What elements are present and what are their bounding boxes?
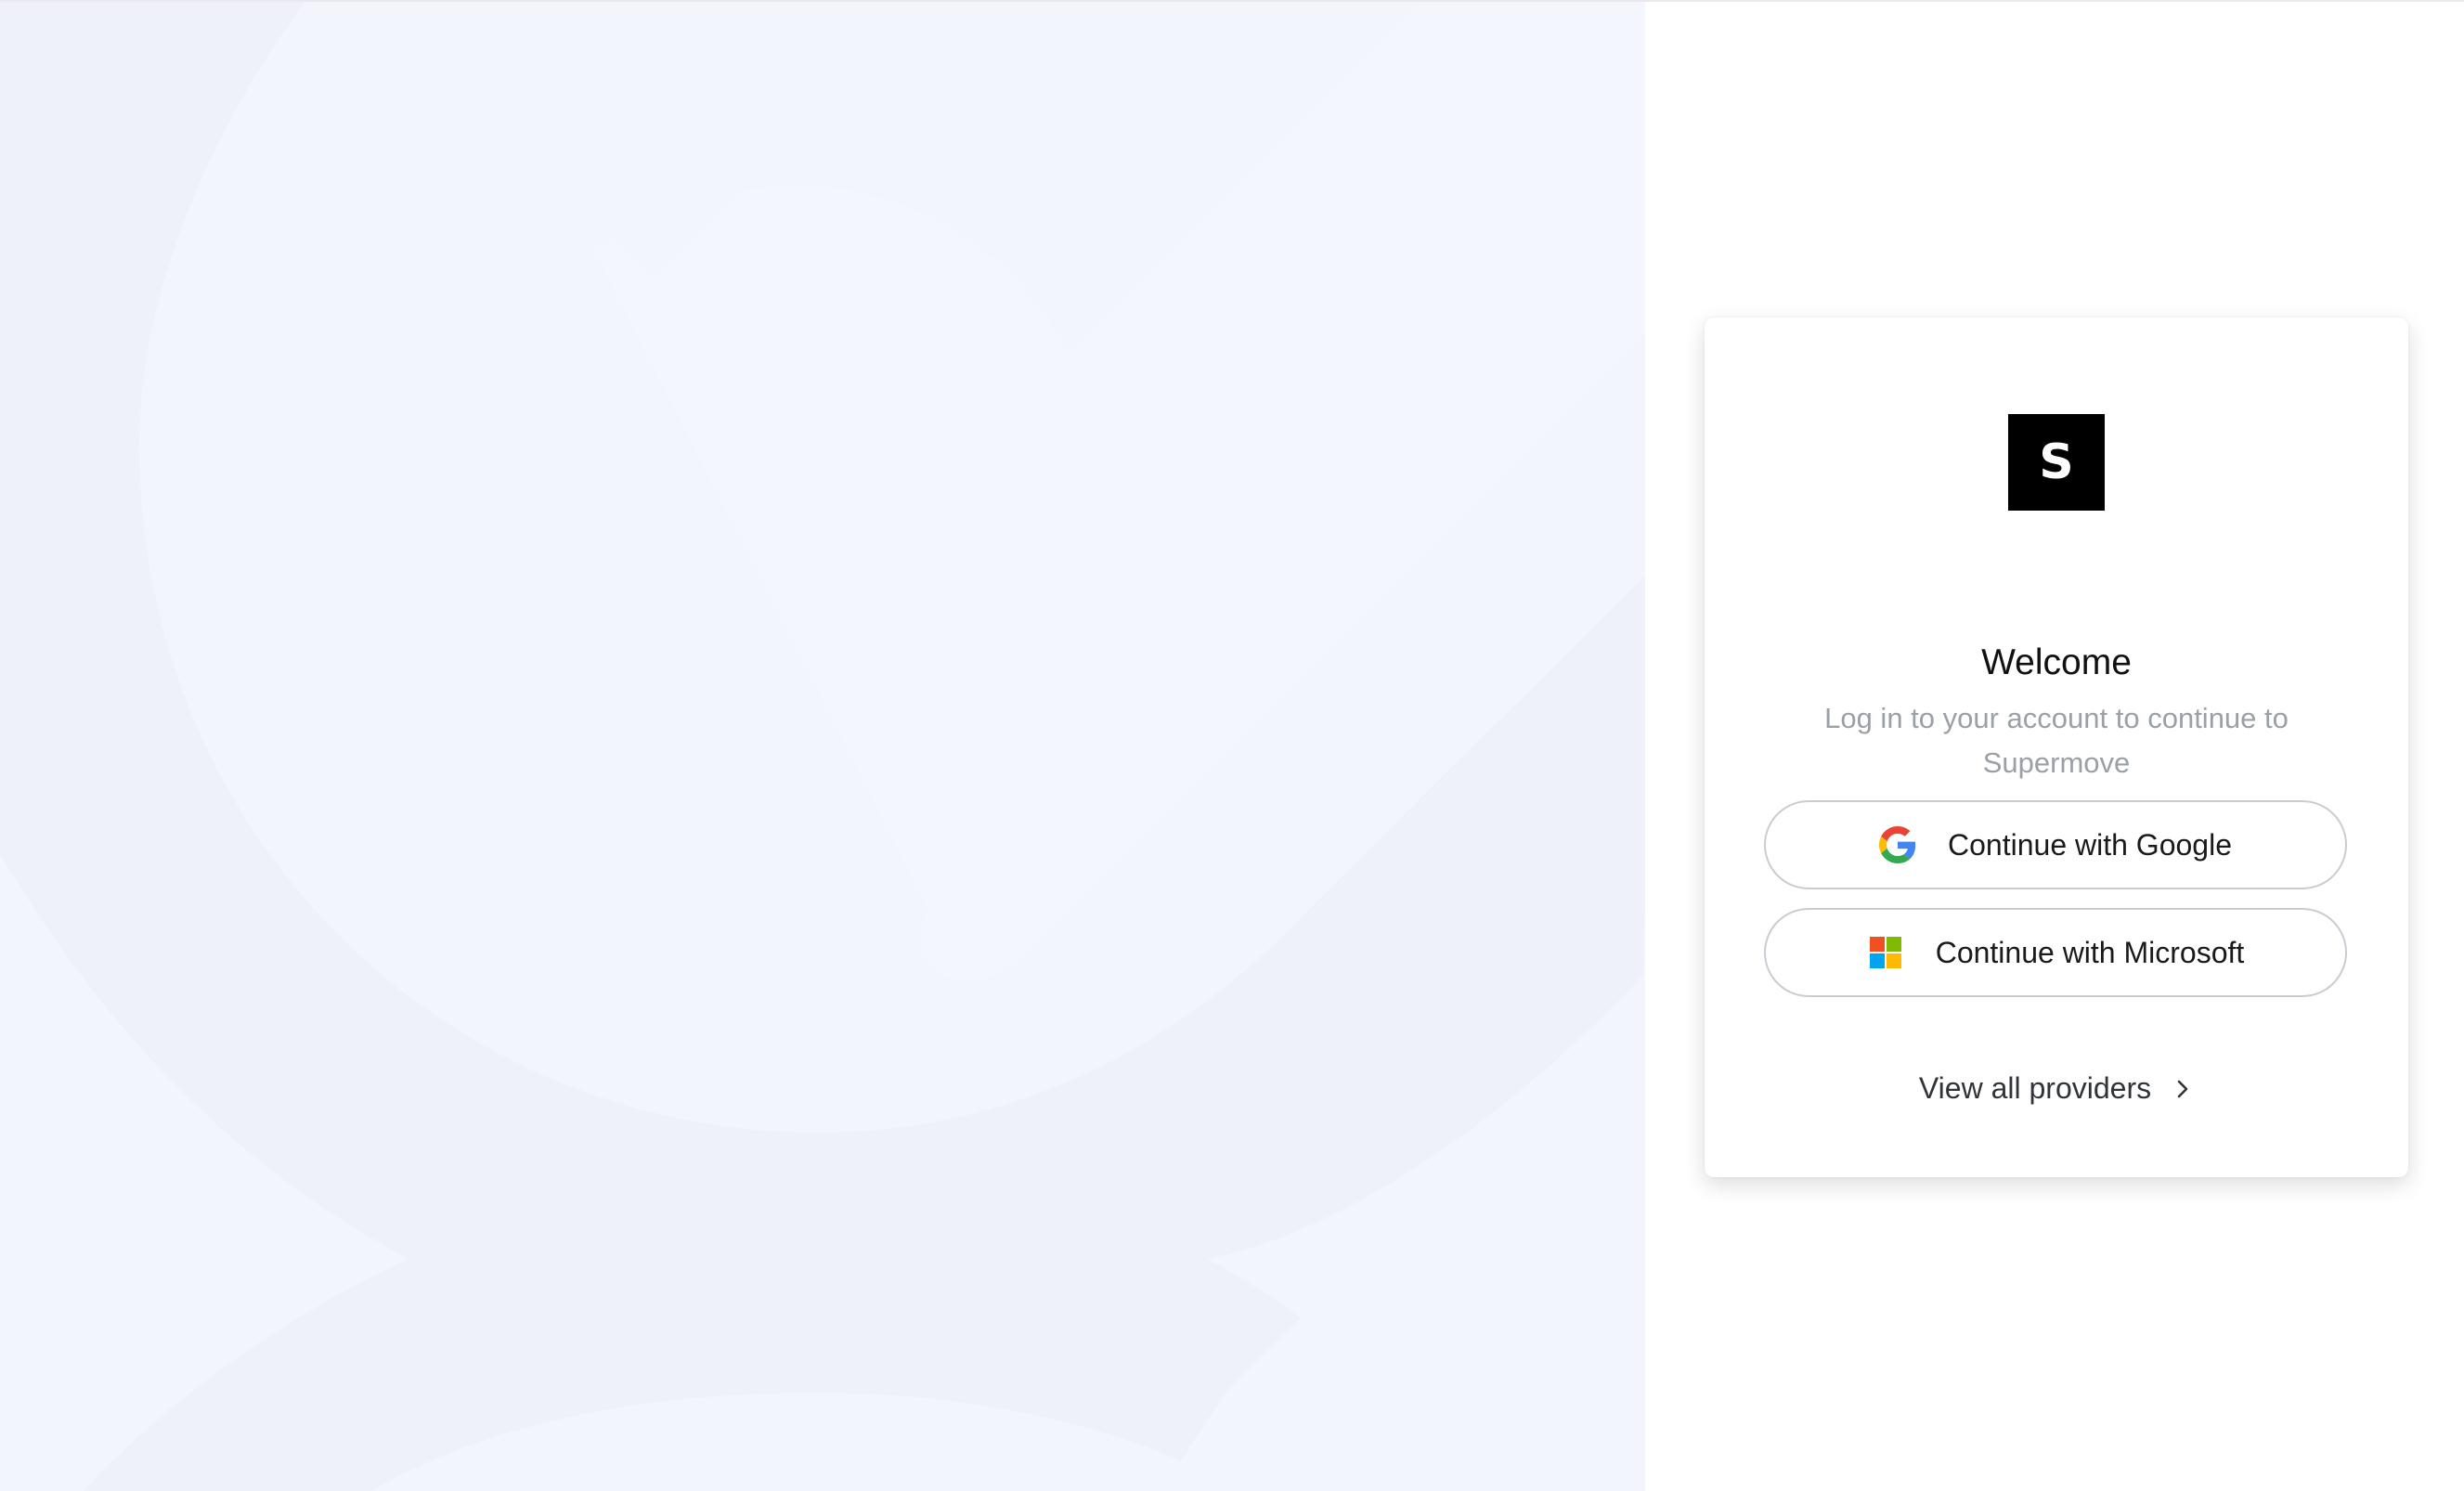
top-border — [0, 0, 2464, 2]
microsoft-button-label: Continue with Microsoft — [1935, 935, 2245, 969]
view-all-providers-link[interactable]: View all providers — [1705, 1071, 2408, 1106]
continue-with-google-button[interactable]: Continue with Google — [1764, 800, 2347, 889]
brand-logo: S — [2008, 414, 2105, 511]
login-card: S Welcome Log in to your account to cont… — [1705, 318, 2408, 1177]
google-icon — [1879, 826, 1916, 863]
brand-logo-letter: S — [2039, 434, 2074, 490]
welcome-title: Welcome — [1981, 642, 2132, 682]
chevron-right-icon — [2172, 1078, 2194, 1100]
continue-with-microsoft-button[interactable]: Continue with Microsoft — [1764, 908, 2347, 997]
login-page: S Welcome Log in to your account to cont… — [0, 0, 2464, 1491]
login-subtitle: Log in to your account to continue to Su… — [1824, 702, 2289, 779]
background-panel — [0, 0, 1645, 1491]
view-all-providers-label: View all providers — [1918, 1071, 2152, 1105]
google-button-label: Continue with Google — [1948, 827, 2232, 862]
background-pattern — [0, 0, 1645, 1491]
microsoft-icon — [1867, 934, 1904, 971]
